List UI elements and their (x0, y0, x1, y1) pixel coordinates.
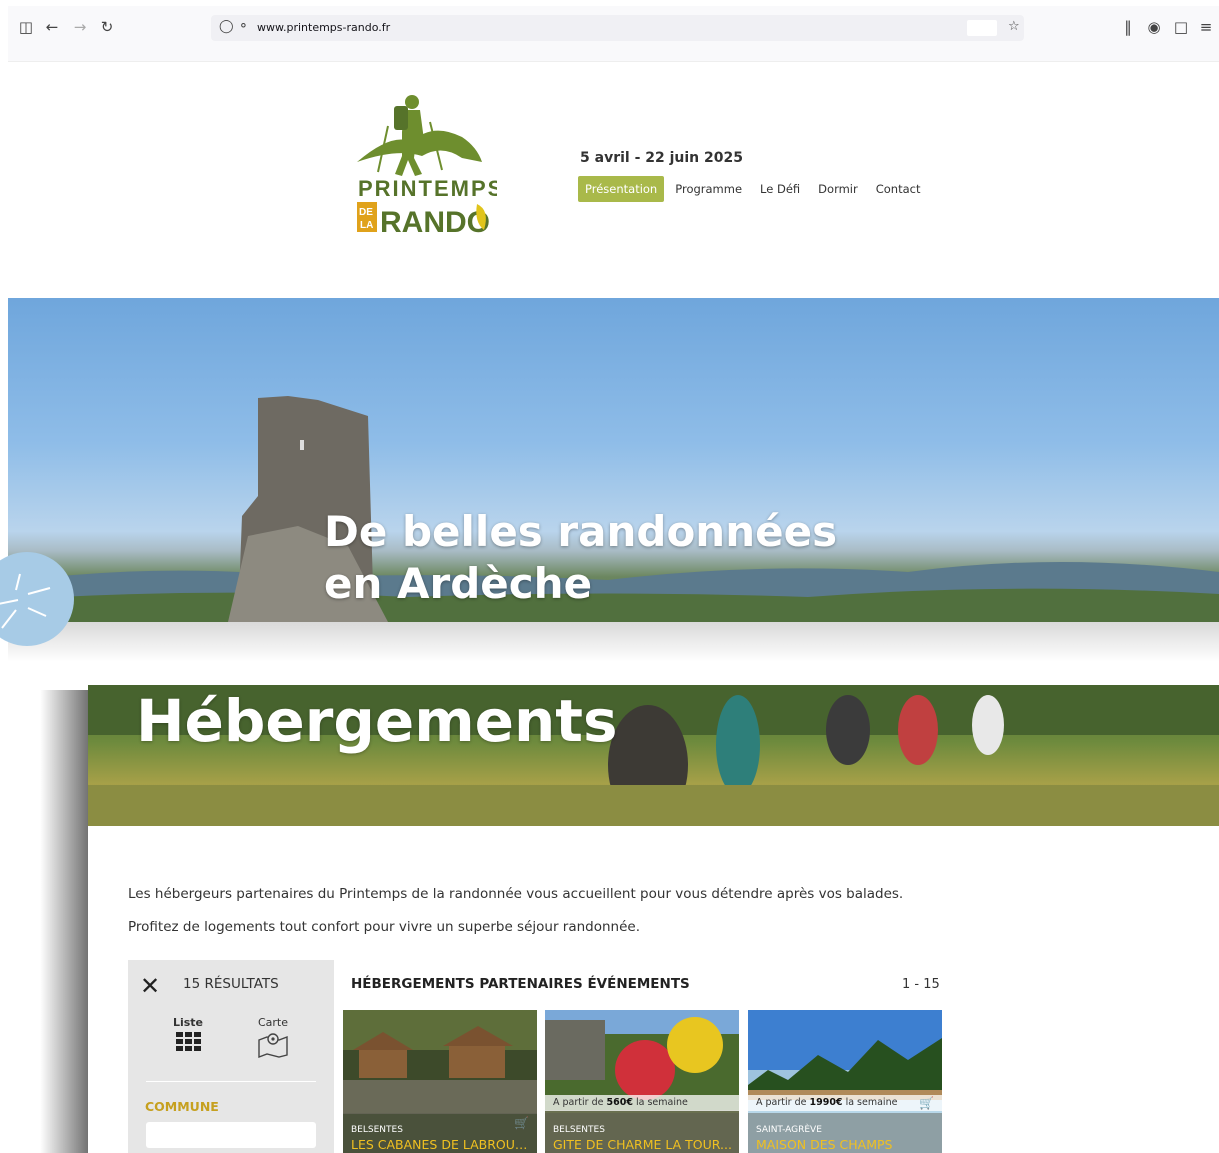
url-field-extra (967, 20, 997, 36)
sidebar-divider (146, 1081, 316, 1082)
hero-banner: De belles randonnées en Ardèche (8, 298, 1219, 622)
card-name[interactable]: LES CABANES DE LABROUS... (351, 1137, 531, 1152)
intro-text-1: Les hébergeurs partenaires du Printemps … (128, 886, 904, 902)
browser-chrome: ◫ ← → ↻ ◯ ⚬ www.printemps-rando.fr ☆ ‖ ◉… (8, 6, 1219, 62)
lock-icon[interactable]: ⚬ (238, 19, 249, 34)
hebergements-title: Hébergements (136, 687, 618, 755)
intro-text-2: Profitez de logements tout confort pour … (128, 919, 641, 935)
back-icon[interactable]: ← (42, 17, 62, 37)
price-prefix: A partir de (756, 1097, 807, 1108)
sparkle-lines-icon (0, 573, 51, 629)
card-caption: BELSENTES LES CABANES DE LABROUS... (343, 1113, 537, 1153)
hero-title-line1: De belles randonnées (324, 507, 838, 556)
lodging-card[interactable]: A partir de 1990€ la semaine 🛒 SAINT-AGR… (748, 1010, 942, 1153)
hero-shadow (8, 622, 1219, 662)
price-value: 560€ (606, 1097, 633, 1108)
hiker-logo-icon: PRINTEMPS DE LA RANDO (357, 95, 502, 239)
card-price: A partir de 1990€ la semaine 🛒 (748, 1095, 942, 1111)
reload-icon[interactable]: ↻ (97, 17, 117, 37)
sidebar-icon[interactable]: ◫ (16, 17, 36, 37)
close-icon[interactable]: ✕ (140, 974, 160, 998)
browser-toolbar: ◫ ← → ↻ ◯ ⚬ www.printemps-rando.fr ☆ ‖ ◉… (8, 10, 1219, 44)
event-dates: 5 avril - 22 juin 2025 (580, 150, 743, 166)
price-suffix: la semaine (635, 1097, 688, 1108)
lodging-card[interactable]: A partir de 560€ la semaine BELSENTES GI… (545, 1010, 739, 1153)
pagination-range: 1 - 15 (902, 977, 940, 992)
map-pin-icon (258, 1033, 288, 1059)
url-bar[interactable]: ◯ ⚬ www.printemps-rando.fr ☆ (211, 15, 1024, 41)
svg-text:RANDO: RANDO (380, 206, 490, 239)
site-logo[interactable]: PRINTEMPS DE LA RANDO (352, 92, 502, 240)
url-text[interactable]: www.printemps-rando.fr (257, 21, 390, 34)
price-value: 1990€ (809, 1097, 843, 1108)
hebergements-banner: Hébergements (88, 685, 1219, 826)
forward-icon[interactable]: → (70, 17, 90, 37)
card-caption: SAINT-AGRÈVE MAISON DES CHAMPS (748, 1113, 942, 1153)
view-list-button[interactable]: Liste (163, 1016, 213, 1051)
shield-icon[interactable]: ◯ (219, 19, 234, 34)
listing-title: HÉBERGEMENTS PARTENAIRES ÉVÉNEMENTS (351, 976, 690, 992)
card-city: BELSENTES (553, 1125, 605, 1135)
view-map-label: Carte (257, 1016, 289, 1029)
sparkle-badge-icon[interactable] (0, 552, 74, 646)
library-icon[interactable]: ‖ (1118, 17, 1138, 37)
commune-input[interactable] (146, 1122, 316, 1148)
menu-item-le-defi[interactable]: Le Défi (753, 176, 807, 202)
hero-title: De belles randonnées en Ardèche (324, 506, 837, 610)
svg-text:LA: LA (360, 220, 373, 231)
section-shadow (40, 690, 88, 1153)
card-name[interactable]: MAISON DES CHAMPS (756, 1137, 936, 1152)
account-icon[interactable]: ◉ (1144, 17, 1164, 37)
menu-item-contact[interactable]: Contact (869, 176, 928, 202)
svg-text:DE: DE (359, 207, 373, 218)
card-city: BELSENTES (351, 1125, 403, 1135)
menu-item-programme[interactable]: Programme (668, 176, 749, 202)
grid-icon (175, 1032, 201, 1051)
commune-label: COMMUNE (145, 1099, 219, 1114)
results-count: 15 RÉSULTATS (183, 976, 279, 992)
menu-item-presentation[interactable]: Présentation (578, 176, 665, 202)
svg-text:PRINTEMPS: PRINTEMPS (358, 176, 497, 201)
main-menu: Présentation Programme Le Défi Dormir Co… (578, 176, 931, 202)
card-caption: BELSENTES GITE DE CHARME LA TOUR... (545, 1113, 739, 1153)
card-price: A partir de 560€ la semaine (545, 1095, 739, 1111)
bookmarks-bar (8, 44, 1219, 62)
price-prefix: A partir de (553, 1097, 604, 1108)
star-icon[interactable]: ☆ (1008, 19, 1020, 34)
extensions-icon[interactable]: □ (1171, 17, 1191, 37)
cart-icon[interactable]: 🛒 (919, 1096, 934, 1110)
price-suffix: la semaine (845, 1097, 898, 1108)
card-city: SAINT-AGRÈVE (756, 1125, 822, 1135)
view-map-button[interactable]: Carte (248, 1016, 298, 1061)
menu-item-dormir[interactable]: Dormir (811, 176, 865, 202)
menu-icon[interactable]: ≡ (1196, 17, 1216, 37)
view-list-label: Liste (172, 1016, 204, 1029)
hero-title-line2: en Ardèche (324, 559, 593, 608)
filter-sidebar: ✕ 15 RÉSULTATS Liste Carte COMMUNE (128, 960, 334, 1153)
card-name[interactable]: GITE DE CHARME LA TOUR... (553, 1137, 733, 1152)
lodging-card[interactable]: 🛒 BELSENTES LES CABANES DE LABROUS... (343, 1010, 537, 1153)
